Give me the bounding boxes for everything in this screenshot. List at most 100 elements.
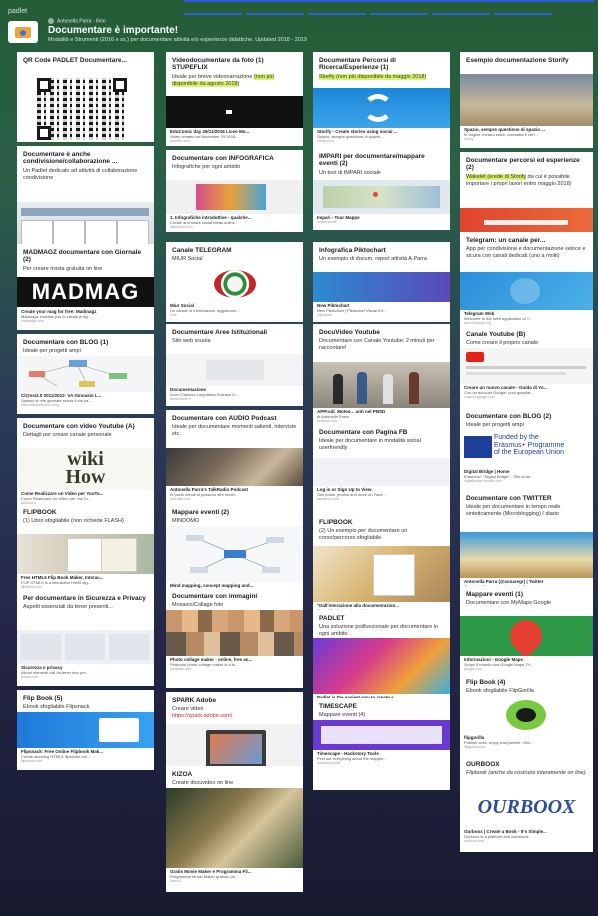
link-domain: digitalbridge.wixsite.com [464, 479, 502, 483]
post-body: Flipbook (anche da costruire interamente… [466, 770, 586, 777]
post-title: Telegram: un canale per... [466, 237, 546, 244]
post-title: Documentare con Pagina FB [319, 429, 408, 436]
link-domain: madmagz.com [21, 319, 44, 323]
post-body: (1) Libro sfogliabile (non richiede FLAS… [23, 518, 124, 525]
link-domain: ourboox.com [464, 839, 485, 843]
link-preview-image [166, 180, 303, 214]
link-domain: web.telegram.org [464, 321, 492, 325]
link-preview[interactable]: 1. Infografiche introduttive - qualche..… [166, 214, 303, 230]
post-body: Dettagli per creare canale personale [23, 432, 112, 439]
post-body: Ebook sfogliabile FlipGorilla [466, 688, 534, 695]
post-highlight: Storify (non più disponibile da maggio 2… [319, 73, 427, 80]
post-card[interactable]: FLIPBOOK (1) Libro sfogliabile (non rich… [17, 504, 154, 594]
link-preview[interactable]: Miur Social Un canale di informazioni, a… [166, 302, 303, 318]
link-domain: padlet.com [21, 675, 39, 679]
link-domain: classiduepuntozero.blog [21, 403, 59, 407]
link-domain: google.com [464, 667, 483, 671]
post-body: Ideale per progetti ampi [23, 348, 81, 355]
link-preview[interactable]: Antonella Parra's TalkRadio Podcast In p… [166, 486, 303, 502]
post-card[interactable]: DocuVideo Youtube Documentare con Canale… [313, 324, 450, 434]
link-preview[interactable]: flipgorilla Publish once, enjoy everywhe… [460, 734, 593, 750]
post-body: Documentare con MyMaps Google [466, 600, 551, 607]
author-avatar[interactable] [48, 18, 54, 24]
link-preview[interactable]: Informazioni - Google Maps Scopri il mon… [460, 656, 593, 672]
link-preview[interactable]: Sicurezza e privacy Alcuni elementi util… [17, 664, 154, 680]
link-preview[interactable]: APProdi_Moteo... unti nel PNSD di Antone… [313, 408, 450, 424]
link-preview[interactable]: Digital Bridge | Home Erasmus+ "Digital … [460, 468, 593, 484]
link-preview[interactable]: Documentazione Liceo Classico Linguistic… [166, 386, 303, 402]
post-title: Esempio documentazione Storify [466, 57, 569, 64]
post-title: FLIPBOOK [23, 509, 57, 516]
link-preview[interactable]: Photo collage maker - online, free an...… [166, 656, 303, 672]
post-title: OURBOOX [466, 761, 500, 768]
post-body-text: Creare video [172, 706, 204, 713]
post-url[interactable]: https://spark.adobe.com/ [172, 713, 232, 719]
post-card[interactable]: Flip Book (4) Ebook sfogliabile FlipGori… [460, 674, 593, 756]
link-preview[interactable]: Ourboox | Create a Book - It's Simple...… [460, 828, 593, 844]
post-card[interactable]: Documentare con video Youtube (A) Dettag… [17, 418, 154, 512]
post-card[interactable]: Videodocumentare da foto (1) STUPEFLIX I… [166, 52, 303, 146]
link-preview[interactable]: Flipsnack: Free Online Flipbook Mak... C… [17, 748, 154, 764]
post-card[interactable]: QR Code PADLET Documentare... [17, 52, 154, 142]
post-card[interactable]: KIZOA Creare docuvideo on line Gratis Mo… [166, 766, 303, 892]
link-preview[interactable]: Timescape - Hackstory Tools Find out eve… [313, 750, 450, 766]
post-card[interactable]: Per documentare in Sicurezza e Privacy A… [17, 590, 154, 686]
post-card[interactable]: Mappare eventi (1) Documentare con MyMap… [460, 586, 593, 678]
post-card[interactable]: Documentare con INFOGRAFICA Infografiche… [166, 150, 303, 232]
post-card[interactable]: Telegram: un canale per... App per condi… [460, 232, 593, 338]
link-preview[interactable]: Telegram Web Welcome to the Web applicat… [460, 310, 593, 326]
board-logo-icon [8, 21, 38, 43]
post-card[interactable]: Documentare con BLOG (1) Ideale per prog… [17, 334, 154, 414]
post-title: Documentare con BLOG (2) [466, 413, 552, 420]
link-preview[interactable]: Cl@ssi2.0 2011/2012- VA Ginnasio L... Sp… [17, 392, 154, 408]
post-card[interactable]: TIMESCAPE Mappare eventi (4) Timescape -… [313, 698, 450, 790]
board-title: Documentare è importante! [48, 25, 179, 36]
link-preview[interactable]: Free HTML5 Flip Book Maker, Interac... F… [17, 574, 154, 590]
post-card[interactable]: Infografica Piktochart Un esempio di doc… [313, 242, 450, 322]
link-domain: flipsnack.com [21, 759, 43, 763]
post-card[interactable]: Documentare con BLOG (2) Ideale per prog… [460, 408, 593, 494]
post-title: Documentare con INFOGRAFICA [172, 155, 274, 162]
post-body: Un Padlet dedicato ad attività di collab… [23, 167, 138, 181]
link-domain: storify.com [317, 139, 334, 143]
link-preview-image [460, 348, 593, 384]
post-body: Un tool di IMPARI sociale [319, 169, 381, 176]
link-domain: piktochart [317, 313, 333, 317]
link-preview[interactable]: Creare un nuovo canale - Guida di Yo... … [460, 384, 593, 400]
link-preview[interactable]: Gratis Movie Maker e Programma Fil... Pr… [166, 868, 303, 884]
link-preview[interactable]: New Piktochart New Piktochart | Piktocha… [313, 302, 450, 318]
post-card[interactable]: Esempio documentazione Storify Spazio, s… [460, 52, 593, 148]
link-preview[interactable]: Create your mag for free: Madmagz Madmag… [17, 308, 154, 324]
link-preview[interactable]: Storify - Create stories using social ..… [313, 128, 450, 144]
post-card[interactable]: MADMAGZ documentare con Giornale (2) Per… [17, 244, 154, 330]
author-name[interactable]: Antonella Parra [57, 18, 91, 24]
post-card[interactable]: Canale TELEGRAM MIUR Social Miur Social … [166, 242, 303, 322]
post-body: Ebook sfogliabile Flipsnack [23, 704, 90, 711]
maps-pin-icon [503, 616, 549, 656]
link-domain: facebook.com [317, 497, 339, 501]
padlet-brand[interactable]: padlet [8, 8, 27, 15]
link-preview[interactable]: Spazio, sempre questione di spazio ... I… [460, 126, 593, 142]
post-body: Aspetti essenziali da tener presenti... [23, 604, 113, 611]
post-body: Creare video https://spark.adobe.com/ [166, 704, 303, 719]
post-time: · 8mo [92, 18, 106, 25]
link-preview[interactable]: Impari - Tour Mappe impari.social [313, 214, 450, 225]
post-title: QR Code PADLET Documentare... [23, 57, 127, 64]
link-preview[interactable]: Log in or Sign Up to View See posts, pho… [313, 486, 450, 502]
post-card[interactable]: IMPARI per documentare/mappare eventi (2… [313, 148, 450, 230]
post-title: Documentare Aree Istituzionali [172, 329, 268, 336]
post-card[interactable]: Documentare Percorsi di Ricerca/Esperien… [313, 52, 450, 148]
link-domain: support.google.com [464, 395, 495, 399]
post-title: MADMAGZ documentare con Giornale (2) [23, 249, 142, 264]
post-card[interactable]: Documentare Aree Istituzionali Sito web … [166, 324, 303, 406]
post-card[interactable]: Documentare con immagini Mosaico/Collage… [166, 588, 303, 688]
post-card[interactable]: OURBOOX Flipbook (anche da costruire int… [460, 756, 593, 852]
post-card[interactable]: Canale Youtube (B) Come creare il propri… [460, 326, 593, 408]
link-preview-image [166, 448, 303, 486]
post-title: Canale Youtube (B) [466, 331, 526, 338]
link-preview[interactable]: EduComic day 29/11/2016 Liceo Mo... Vide… [166, 128, 303, 144]
post-body: MIUR Social [172, 256, 203, 263]
post-card[interactable]: Flip Book (5) Ebook sfogliabile Flipsnac… [17, 690, 154, 770]
post-card[interactable]: Documentare con Pagina FB Ideale per doc… [313, 424, 450, 514]
link-preview-image [166, 354, 303, 386]
